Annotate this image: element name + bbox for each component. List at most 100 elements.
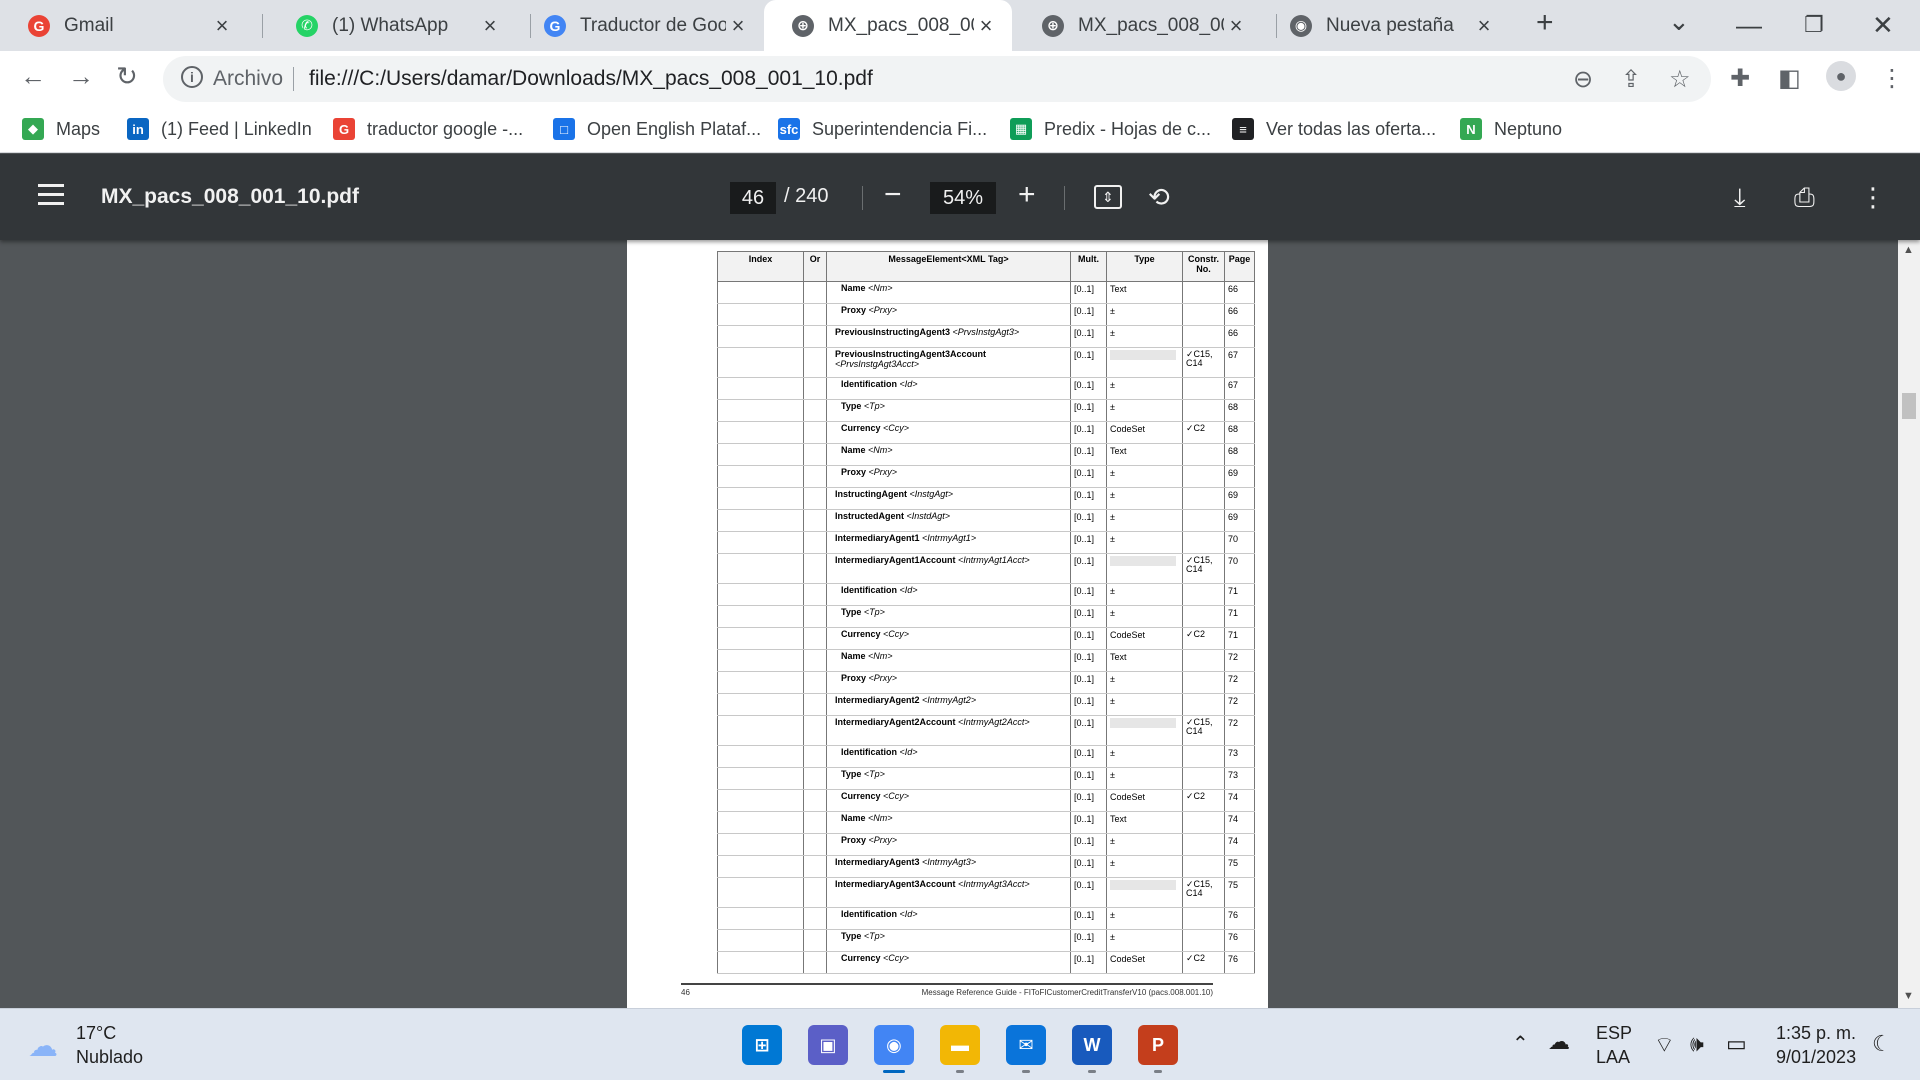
element-name: Currency: [841, 629, 881, 639]
folder-icon[interactable]: ▬: [940, 1025, 980, 1065]
bookmark-item[interactable]: □ Open English Plataf...: [553, 115, 761, 143]
bookmark-item[interactable]: in (1) Feed | LinkedIn: [127, 115, 312, 143]
word-icon[interactable]: W: [1072, 1025, 1112, 1065]
tab[interactable]: ◉ Nueva pestaña ×: [1262, 0, 1510, 51]
constraint-cell: [1182, 767, 1225, 790]
browser-menu-icon[interactable]: ⋮: [1880, 64, 1904, 93]
battery-icon[interactable]: ▭: [1726, 1031, 1747, 1057]
constraint-cell: [1182, 671, 1225, 694]
bookmark-star-icon[interactable]: ☆: [1669, 65, 1691, 94]
bookmark-item[interactable]: ▦ Predix - Hojas de c...: [1010, 115, 1211, 143]
clock-date[interactable]: 9/01/2023: [1776, 1047, 1856, 1068]
fit-page-icon[interactable]: ⇕: [1094, 185, 1122, 209]
bookmark-item[interactable]: sfc Superintendencia Fi...: [778, 115, 987, 143]
scrollbar-thumb[interactable]: [1902, 393, 1916, 419]
windows-icon[interactable]: ⊞: [742, 1025, 782, 1065]
page-number-input[interactable]: 46: [730, 182, 776, 214]
mail-icon[interactable]: ✉: [1006, 1025, 1046, 1065]
zoom-out-icon[interactable]: ⊖: [1573, 65, 1593, 94]
tab-search-icon[interactable]: ⌄: [1668, 6, 1690, 37]
index-cell: [717, 487, 804, 510]
footer-page-number: 46: [681, 988, 690, 997]
bookmark-item[interactable]: ◆ Maps: [22, 115, 100, 143]
address-bar[interactable]: i Archivo file:///C:/Users/damar/Downloa…: [163, 56, 1711, 102]
or-cell: [803, 443, 827, 466]
notifications-icon[interactable]: ☾: [1872, 1031, 1892, 1057]
element-name: Identification: [841, 379, 897, 389]
scroll-down-icon[interactable]: ▼: [1903, 990, 1914, 1002]
chrome-icon[interactable]: ◉: [874, 1025, 914, 1065]
onedrive-icon[interactable]: ☁: [1548, 1029, 1570, 1055]
pdf-more-icon[interactable]: ⋮: [1860, 182, 1886, 213]
whatsapp-icon: ✆: [296, 14, 318, 37]
tab-close-icon[interactable]: ×: [1224, 13, 1248, 39]
tab[interactable]: G Gmail ×: [0, 0, 248, 51]
bookmark-item[interactable]: ≡ Ver todas las oferta...: [1232, 115, 1436, 143]
tab[interactable]: G Traductor de Googl×: [516, 0, 764, 51]
element-name-cell: IntermediaryAgent1 <IntrmyAgt1>: [826, 531, 1071, 554]
type-placeholder: [1110, 556, 1176, 566]
extensions-icon[interactable]: ✚: [1730, 64, 1750, 93]
show-hidden-icons[interactable]: ⌃: [1512, 1031, 1529, 1056]
weather-condition[interactable]: Nublado: [76, 1047, 143, 1068]
rotate-icon[interactable]: ⟲: [1148, 182, 1170, 213]
weather-temp[interactable]: 17°C: [76, 1023, 116, 1044]
download-icon[interactable]: ⤓: [1734, 182, 1746, 214]
constraint-cell: [1182, 465, 1225, 488]
address-url[interactable]: file:///C:/Users/damar/Downloads/MX_pacs…: [309, 67, 873, 91]
tab-close-icon[interactable]: ×: [974, 13, 998, 39]
scroll-up-icon[interactable]: ▲: [1903, 244, 1914, 256]
minimize-icon[interactable]: —: [1736, 10, 1762, 41]
xml-tag: <Ccy>: [883, 423, 910, 433]
cloud-icon[interactable]: ☁: [28, 1029, 58, 1064]
restore-icon[interactable]: ❐: [1804, 12, 1824, 38]
back-button[interactable]: ←: [20, 61, 46, 92]
teams-chat-icon[interactable]: ▣: [808, 1025, 848, 1065]
print-icon[interactable]: ⎙: [1794, 182, 1815, 214]
tab[interactable]: ✆ (1) WhatsApp ×: [268, 0, 516, 51]
xml-tag: <Prxy>: [868, 305, 898, 315]
column-header: Index: [717, 251, 804, 282]
keyboard-layout[interactable]: LAA: [1596, 1047, 1630, 1068]
page-cell: 74: [1224, 833, 1255, 856]
powerpoint-icon[interactable]: P: [1138, 1025, 1178, 1065]
close-window-icon[interactable]: ✕: [1872, 10, 1894, 41]
tab[interactable]: ⊕ MX_pacs_008_001_×: [1014, 0, 1262, 51]
element-name-cell: Identification <Id>: [826, 377, 1071, 400]
tab-close-icon[interactable]: ×: [478, 13, 502, 39]
wifi-icon[interactable]: ⌔: [1654, 1031, 1675, 1059]
reload-button[interactable]: ↻: [116, 61, 138, 92]
pdf-menu-icon[interactable]: [38, 184, 64, 206]
element-name: Proxy: [841, 467, 867, 477]
page-cell: 70: [1224, 553, 1255, 584]
element-name-cell: Name <Nm>: [826, 281, 1071, 304]
xml-tag: <Prxy>: [868, 467, 898, 477]
bookmark-item[interactable]: Gtraductor google -...: [333, 115, 523, 143]
bookmark-item[interactable]: N Neptuno: [1460, 115, 1562, 143]
tab-close-icon[interactable]: ×: [1472, 13, 1496, 39]
share-icon[interactable]: ⇪: [1621, 65, 1641, 94]
page-cell: 67: [1224, 347, 1255, 378]
language-code[interactable]: ESP: [1596, 1023, 1632, 1044]
xml-tag: <Id>: [899, 747, 918, 757]
profile-avatar[interactable]: ●: [1826, 61, 1856, 91]
volume-icon[interactable]: 🕪: [1690, 1031, 1704, 1057]
clock-time[interactable]: 1:35 p. m.: [1776, 1023, 1856, 1044]
tab-close-icon[interactable]: ×: [726, 13, 750, 39]
info-icon[interactable]: i: [181, 66, 203, 88]
tab[interactable]: ⊕ MX_pacs_008_001_×: [764, 0, 1012, 51]
table-row: Name <Nm> [0..1] Text 72: [717, 649, 1255, 672]
zoom-out-button[interactable]: −: [884, 178, 902, 212]
type-cell: CodeSet: [1106, 951, 1183, 974]
zoom-level-input[interactable]: 54%: [930, 182, 996, 214]
table-row: Type <Tp> [0..1] ±68: [717, 399, 1255, 422]
new-tab-button[interactable]: +: [1536, 6, 1554, 40]
side-panel-icon[interactable]: ◧: [1778, 64, 1801, 93]
forward-button[interactable]: →: [68, 61, 94, 92]
type-cell: ±: [1106, 509, 1183, 532]
zoom-in-button[interactable]: +: [1018, 178, 1036, 212]
xml-tag: <Ccy>: [883, 629, 910, 639]
pdf-viewport[interactable]: Index Or MessageElement<XML Tag> Mult. Type C…: [0, 240, 1920, 1008]
tab-close-icon[interactable]: ×: [210, 13, 234, 39]
vertical-scrollbar[interactable]: ▲ ▼: [1898, 240, 1920, 1008]
